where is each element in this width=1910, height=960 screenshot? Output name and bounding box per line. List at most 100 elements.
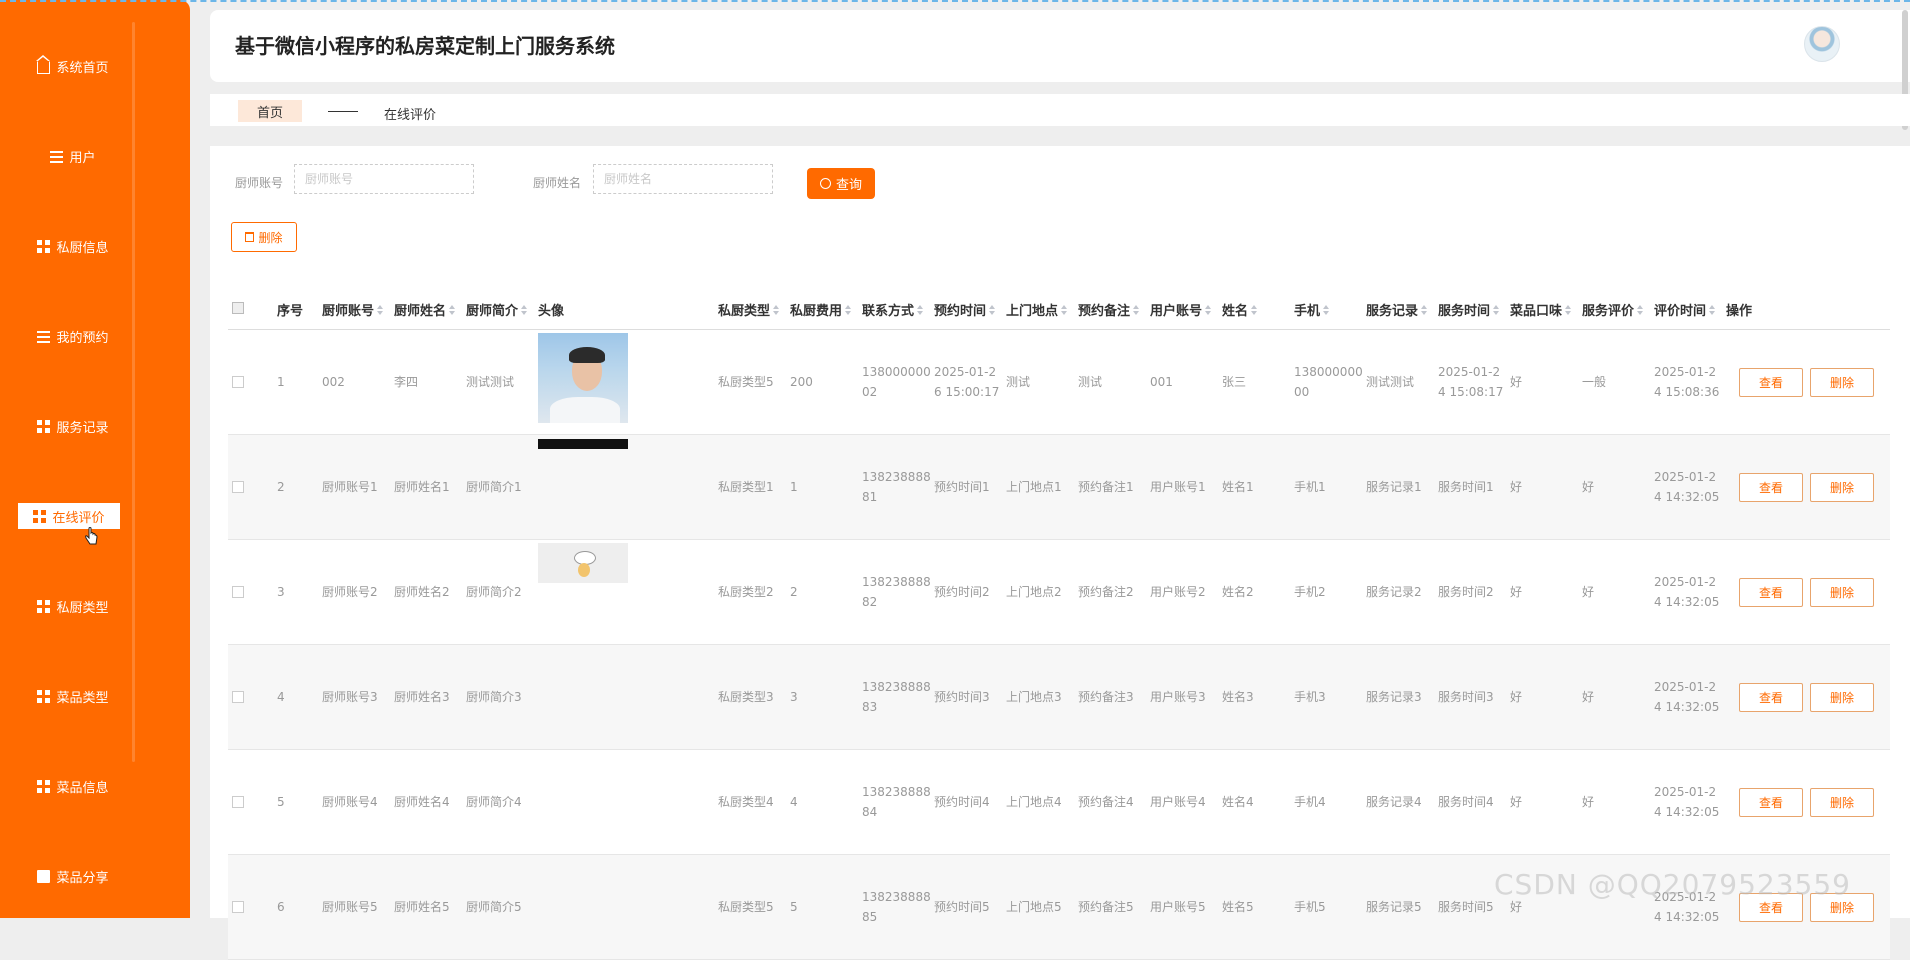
view-button[interactable]: 查看	[1739, 578, 1803, 607]
cell-chef-type: 私厨类型5	[718, 900, 774, 914]
col-chef-type[interactable]: 私厨类型	[718, 300, 780, 319]
avatar[interactable]	[1804, 26, 1840, 62]
sort-icon[interactable]	[1061, 305, 1068, 316]
breadcrumb-home[interactable]: 首页	[238, 100, 302, 122]
cell-service-time: 2025-01-2 4 15:08:17	[1438, 362, 1503, 402]
sidebar-item-dish-info[interactable]: 菜品信息	[18, 773, 128, 799]
col-taste[interactable]: 菜品口味	[1510, 300, 1572, 319]
query-button[interactable]: 查询	[807, 168, 875, 199]
col-service-time[interactable]: 服务时间	[1438, 300, 1500, 319]
sidebar-item-home[interactable]: 系统首页	[18, 53, 128, 79]
sort-icon[interactable]	[989, 305, 996, 316]
col-contact[interactable]: 联系方式	[862, 300, 924, 319]
col-review-time[interactable]: 评价时间	[1654, 300, 1716, 319]
row-checkbox[interactable]	[232, 901, 244, 913]
cell-user-name: 张三	[1222, 375, 1247, 389]
batch-delete-button[interactable]: 删除	[231, 222, 297, 252]
col-mobile[interactable]: 手机	[1294, 300, 1330, 319]
sort-icon[interactable]	[1421, 305, 1428, 316]
cell-chef-account: 厨师账号5	[322, 900, 378, 914]
view-button[interactable]: 查看	[1739, 788, 1803, 817]
cell-remark: 预约备注5	[1078, 900, 1134, 914]
sidebar-item-my-appointments[interactable]: 我的预约	[18, 323, 128, 349]
sort-icon[interactable]	[917, 305, 924, 316]
cell-line: 2025-01-2	[1438, 365, 1501, 379]
row-delete-button[interactable]: 删除	[1810, 683, 1874, 712]
table-row: 1 002 李四 测试测试 私厨类型5 200 138000000 02 2025…	[228, 330, 1890, 435]
col-label: 服务评价	[1582, 304, 1635, 319]
row-checkbox[interactable]	[232, 376, 244, 388]
col-fee[interactable]: 私厨费用	[790, 300, 852, 319]
sort-icon[interactable]	[1251, 305, 1258, 316]
cell-line: 84	[862, 805, 878, 819]
chef-name-input[interactable]	[593, 164, 773, 194]
col-label: 评价时间	[1654, 304, 1707, 319]
sort-icon[interactable]	[773, 305, 780, 316]
col-chef-name[interactable]: 厨师姓名	[394, 300, 456, 319]
cell-service-record: 服务记录1	[1366, 480, 1422, 494]
cell-line: 81	[862, 490, 878, 504]
cell-line: 4 15:08:17	[1438, 385, 1504, 399]
row-delete-button[interactable]: 删除	[1810, 788, 1874, 817]
row-checkbox[interactable]	[232, 481, 244, 493]
cell-user-account: 用户账号5	[1150, 900, 1206, 914]
row-delete-button[interactable]: 删除	[1810, 473, 1874, 502]
col-chef-intro[interactable]: 厨师简介	[466, 300, 528, 319]
cell-review: 好	[1582, 480, 1595, 494]
row-checkbox[interactable]	[232, 586, 244, 598]
view-button[interactable]: 查看	[1739, 473, 1803, 502]
cell-chef-account: 厨师账号2	[322, 585, 378, 599]
sort-icon[interactable]	[1565, 305, 1572, 316]
row-delete-button[interactable]: 删除	[1810, 368, 1874, 397]
cell-fee: 2	[790, 585, 798, 599]
sidebar-item-chef-info[interactable]: 私厨信息	[18, 233, 128, 259]
row-checkbox[interactable]	[232, 691, 244, 703]
sort-icon[interactable]	[1637, 305, 1644, 316]
sidebar-scrollbar[interactable]	[132, 22, 135, 762]
sidebar-item-dish-types[interactable]: 菜品类型	[18, 683, 128, 709]
col-service-record[interactable]: 服务记录	[1366, 300, 1428, 319]
search-icon	[819, 178, 831, 189]
row-delete-button[interactable]: 删除	[1810, 578, 1874, 607]
cell-no: 1	[277, 375, 285, 389]
sort-icon[interactable]	[1205, 305, 1212, 316]
row-checkbox[interactable]	[232, 796, 244, 808]
col-label: 用户账号	[1150, 304, 1203, 319]
sidebar-item-chef-types[interactable]: 私厨类型	[18, 593, 128, 619]
cell-remark: 测试	[1078, 375, 1103, 389]
col-place[interactable]: 上门地点	[1006, 300, 1068, 319]
breadcrumb-current: 在线评价	[384, 108, 437, 123]
view-button[interactable]: 查看	[1739, 683, 1803, 712]
sort-icon[interactable]	[1133, 305, 1140, 316]
cell-remark: 预约备注4	[1078, 795, 1134, 809]
col-remark[interactable]: 预约备注	[1078, 300, 1140, 319]
cell-mobile: 手机5	[1294, 900, 1326, 914]
col-user-name[interactable]: 姓名	[1222, 300, 1258, 319]
view-button[interactable]: 查看	[1739, 368, 1803, 397]
chef-account-input[interactable]	[294, 164, 474, 194]
cell-appt-time: 预约时间4	[934, 795, 990, 809]
cell-remark: 预约备注2	[1078, 585, 1134, 599]
cell-place: 测试	[1006, 375, 1031, 389]
sidebar-item-service-records[interactable]: 服务记录	[18, 413, 128, 439]
col-appt-time[interactable]: 预约时间	[934, 300, 996, 319]
cell-place: 上门地点3	[1006, 690, 1062, 704]
col-user-account[interactable]: 用户账号	[1150, 300, 1212, 319]
sort-icon[interactable]	[1323, 305, 1330, 316]
col-chef-account[interactable]: 厨师账号	[322, 300, 384, 319]
sort-icon[interactable]	[1709, 305, 1716, 316]
sort-icon[interactable]	[845, 305, 852, 316]
sidebar-item-users[interactable]: 用户	[18, 143, 128, 169]
sidebar-item-dish-share[interactable]: 菜品分享	[18, 863, 128, 889]
cell-line: 6 15:00:17	[934, 385, 1000, 399]
sort-icon[interactable]	[377, 305, 384, 316]
col-review[interactable]: 服务评价	[1582, 300, 1644, 319]
cell-place: 上门地点4	[1006, 795, 1062, 809]
sort-icon[interactable]	[449, 305, 456, 316]
cell-review-time: 2025-01-2 4 14:32:05	[1654, 782, 1719, 822]
cell-user-name: 姓名5	[1222, 900, 1254, 914]
sort-icon[interactable]	[521, 305, 528, 316]
sort-icon[interactable]	[1493, 305, 1500, 316]
select-all-checkbox[interactable]	[232, 302, 244, 314]
sidebar-item-online-reviews[interactable]: 在线评价	[18, 503, 120, 529]
